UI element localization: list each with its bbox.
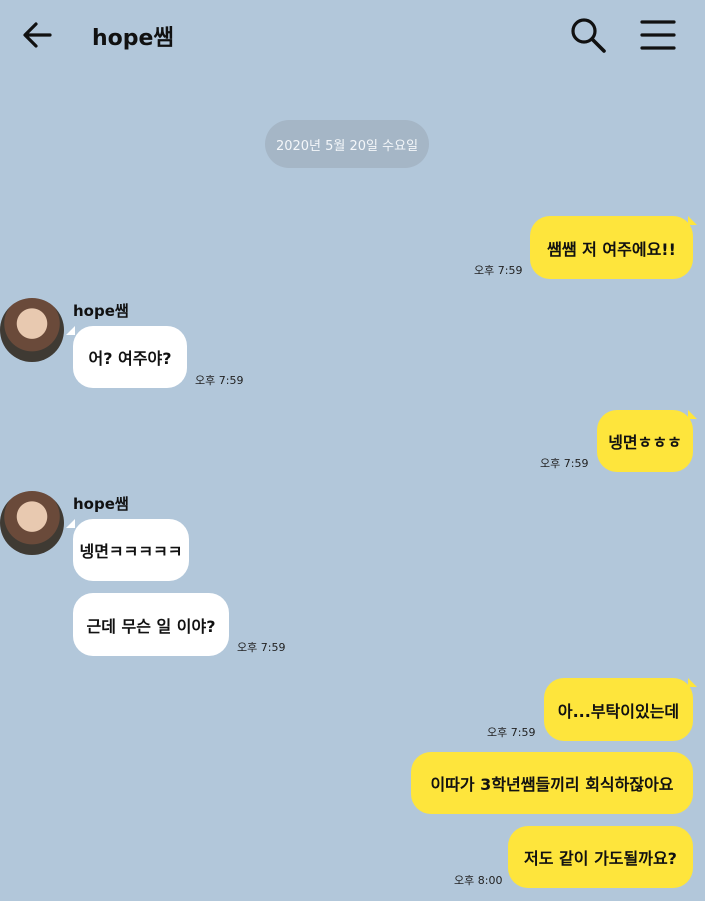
their-message-bubble[interactable]: 어? 여주야?: [73, 326, 187, 388]
avatar[interactable]: [0, 298, 64, 362]
message-time: 오후 7:59: [487, 726, 536, 739]
their-message-bubble[interactable]: 넹면ㅋㅋㅋㅋㅋ: [73, 519, 189, 581]
message-time: 오후 7:59: [540, 457, 589, 470]
message-time: 오후 8:00: [454, 874, 503, 887]
message-time: 오후 7:59: [195, 374, 244, 387]
avatar[interactable]: [0, 491, 64, 555]
back-arrow-icon[interactable]: [20, 18, 54, 52]
bubble-tail: [66, 326, 75, 335]
my-message-bubble[interactable]: 쌤쌤 저 여주에요!!: [530, 216, 693, 279]
my-message-bubble[interactable]: 이따가 3학년쌤들끼리 회식하잖아요: [411, 752, 693, 814]
their-message-bubble[interactable]: 근데 무슨 일 이야?: [73, 593, 229, 656]
date-divider: 2020년 5월 20일 수요일: [265, 120, 429, 168]
message-time: 오후 7:59: [474, 264, 523, 277]
my-message-bubble[interactable]: 저도 같이 가도될까요?: [508, 826, 693, 888]
bubble-tail: [688, 410, 697, 419]
bubble-tail: [66, 519, 75, 528]
menu-icon[interactable]: [639, 18, 677, 52]
search-icon[interactable]: [568, 15, 608, 55]
my-message-bubble[interactable]: 넹면ㅎㅎㅎ: [597, 410, 693, 472]
my-message-bubble[interactable]: 아...부탁이있는데: [544, 678, 693, 741]
bubble-tail: [688, 678, 697, 687]
sender-name: hope쌤: [73, 495, 129, 513]
message-time: 오후 7:59: [237, 641, 286, 654]
sender-name: hope쌤: [73, 302, 129, 320]
bubble-tail: [688, 216, 697, 225]
chat-title: hope쌤: [92, 26, 174, 51]
